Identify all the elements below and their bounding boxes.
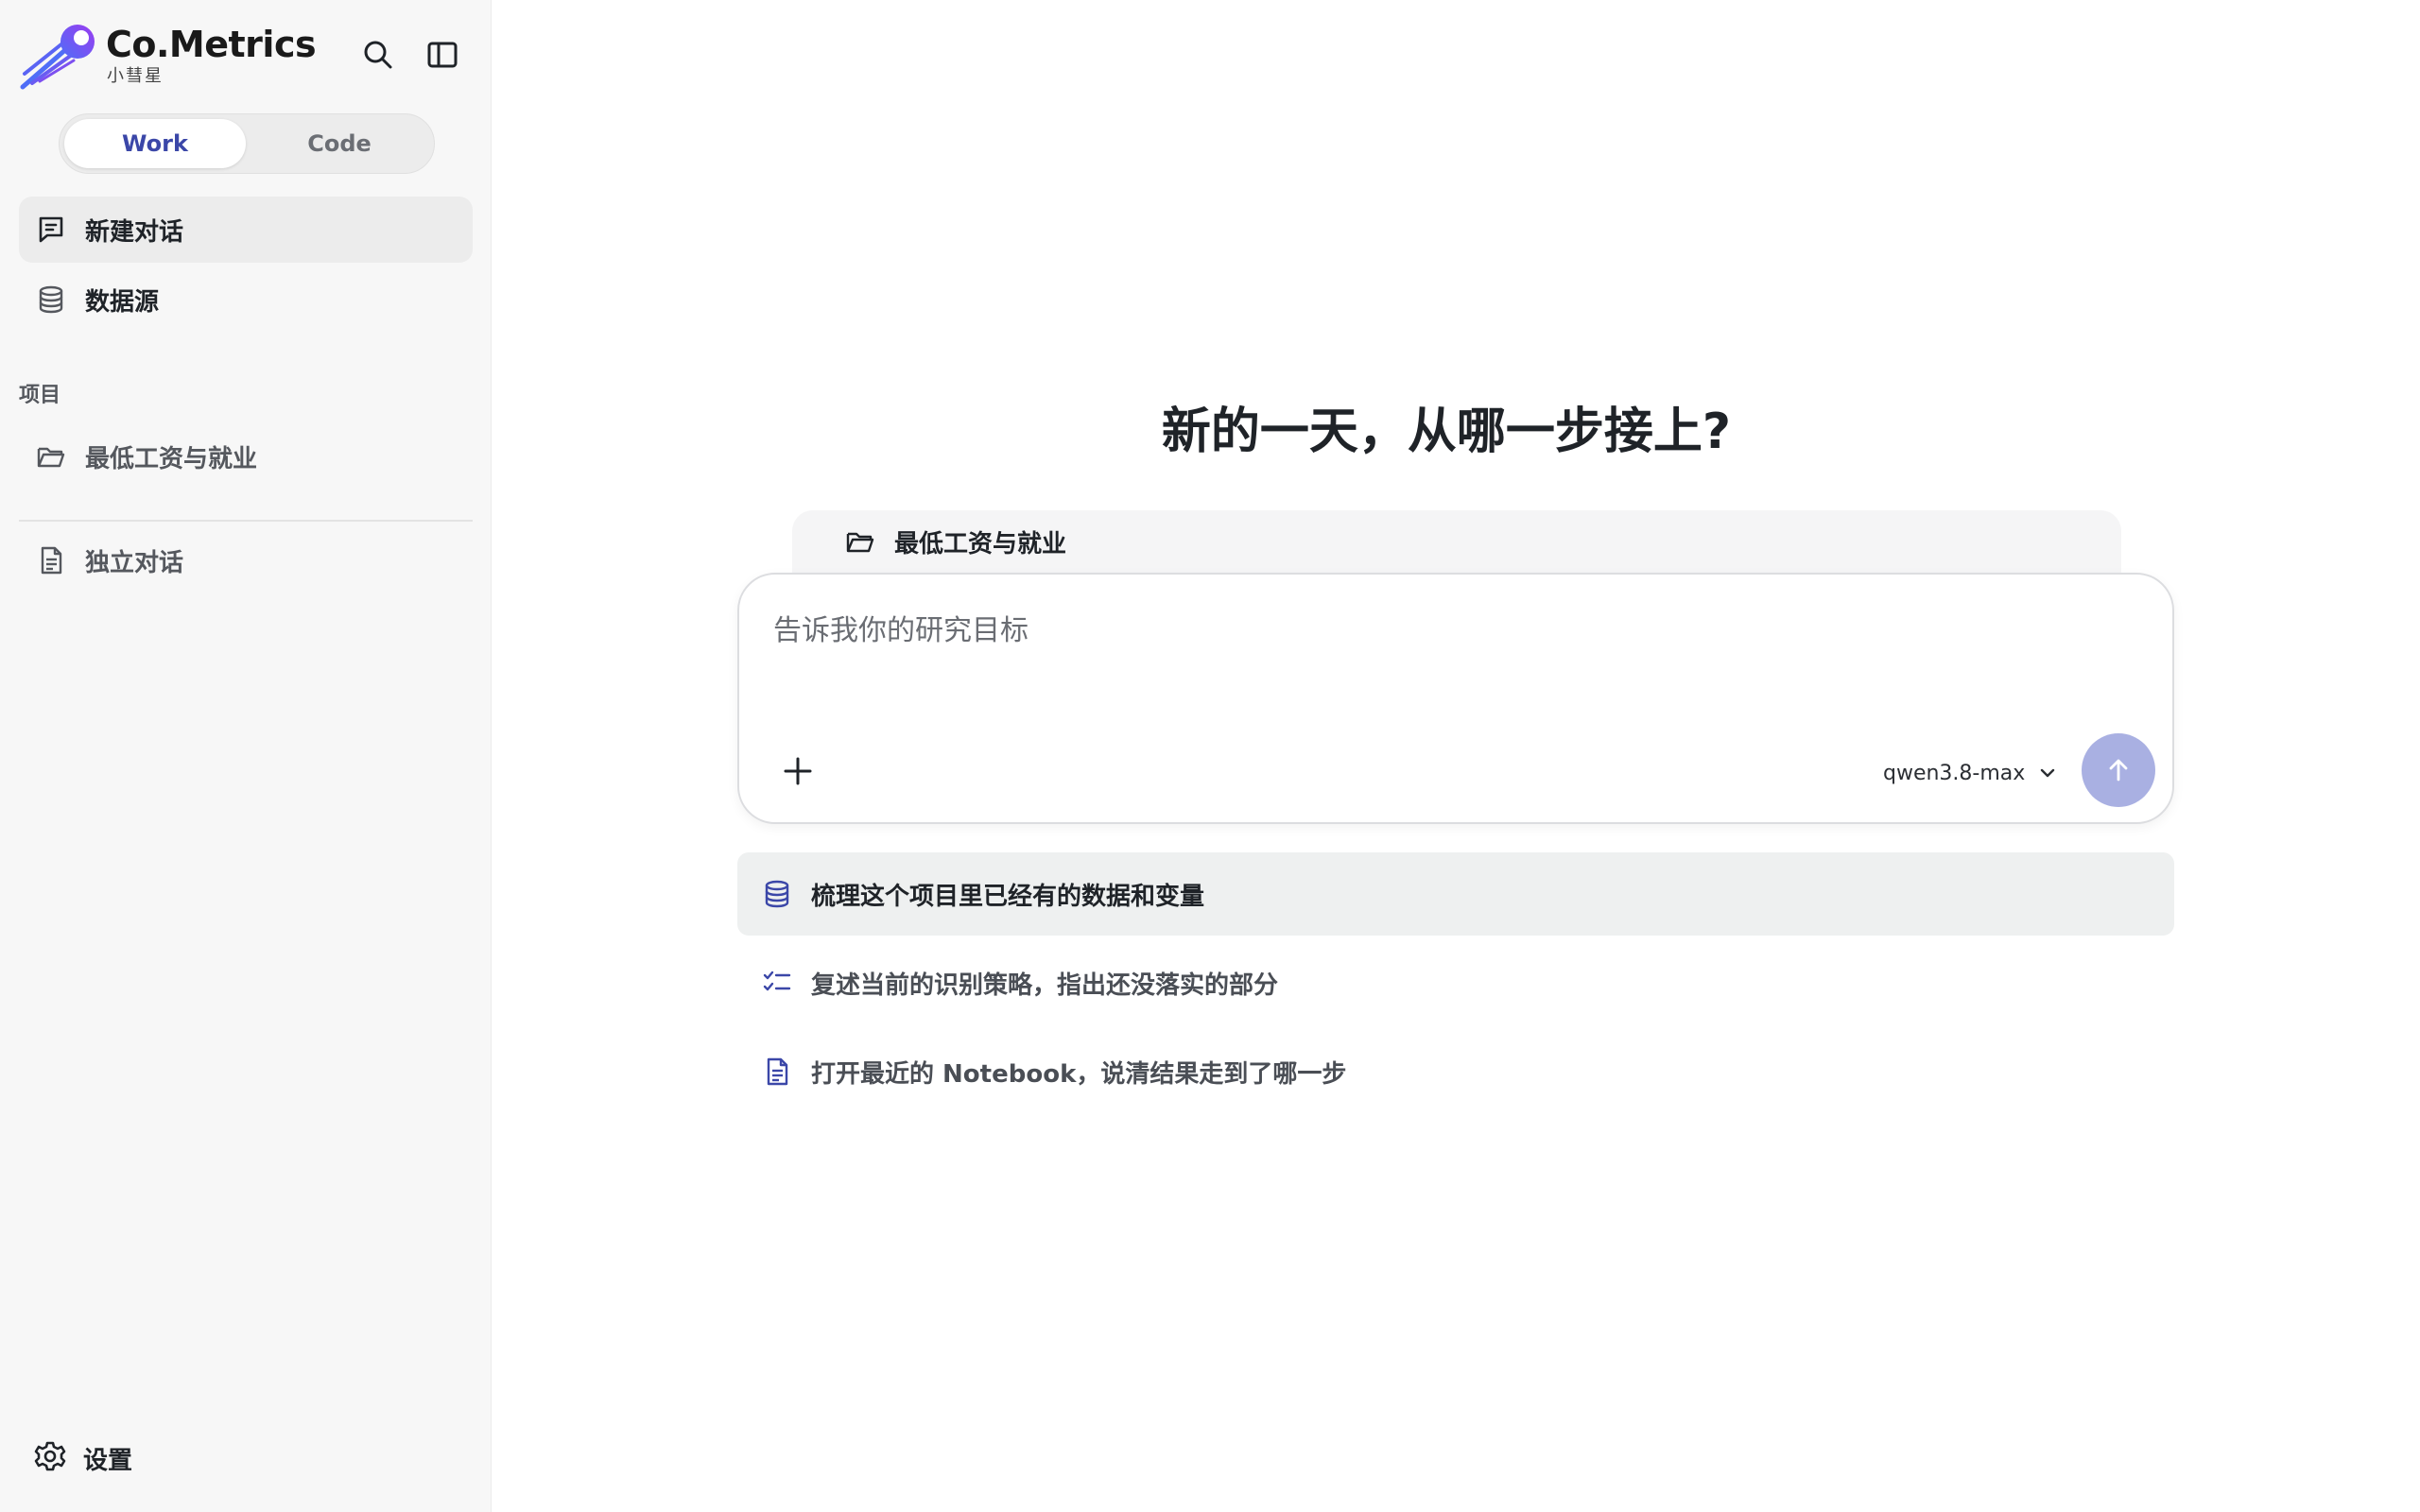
plus-icon bbox=[784, 757, 812, 785]
prompt-box: 告诉我你的研究目标 qwen3.8-max bbox=[737, 573, 2174, 824]
brand-subtitle: 小彗星 bbox=[107, 66, 164, 86]
standalone-chat-button[interactable]: 独立对话 bbox=[19, 527, 473, 593]
gear-icon bbox=[34, 1440, 66, 1476]
sidebar-divider bbox=[19, 520, 473, 522]
search-icon[interactable] bbox=[359, 36, 397, 74]
page-headline: 新的一天，从哪一步接上? bbox=[1161, 404, 1732, 460]
document-icon bbox=[34, 543, 68, 577]
chat-icon bbox=[34, 213, 68, 247]
new-chat-label: 新建对话 bbox=[85, 217, 184, 247]
projects-section-label: 项目 bbox=[19, 384, 61, 407]
send-button[interactable] bbox=[2082, 733, 2155, 807]
new-chat-button[interactable]: 新建对话 bbox=[19, 197, 473, 263]
arrow-up-icon bbox=[2109, 759, 2128, 782]
folder-open-icon bbox=[34, 439, 68, 473]
suggestion-label: 梳理这个项目里已经有的数据和变量 bbox=[811, 882, 1205, 911]
project-context-label: 最低工资与就业 bbox=[894, 529, 1067, 558]
settings-button[interactable]: 设置 bbox=[34, 1440, 132, 1476]
checklist-icon bbox=[760, 966, 794, 1000]
chevron-down-icon bbox=[2038, 762, 2061, 784]
prompt-input[interactable]: 告诉我你的研究目标 bbox=[773, 607, 1028, 648]
settings-label: 设置 bbox=[83, 1446, 133, 1475]
data-source-label: 数据源 bbox=[85, 287, 160, 317]
sidebar: Co.Metrics 小彗星 Work Code 新建对话 数据源 项目 最低工… bbox=[0, 0, 492, 1512]
database-icon bbox=[34, 283, 68, 317]
model-select[interactable]: qwen3.8-max bbox=[1883, 754, 2061, 792]
add-attachment-button[interactable] bbox=[777, 750, 819, 792]
suggestion-label: 复述当前的识别策略，指出还没落实的部分 bbox=[811, 971, 1279, 1000]
suggestion-item[interactable]: 打开最近的 Notebook，说清结果走到了哪一步 bbox=[737, 1030, 2174, 1113]
mode-switch: Work Code bbox=[59, 113, 435, 174]
project-item-label: 最低工资与就业 bbox=[85, 444, 258, 473]
suggestion-item[interactable]: 梳理这个项目里已经有的数据和变量 bbox=[737, 852, 2174, 936]
folder-open-icon bbox=[845, 524, 879, 558]
mode-work-button[interactable]: Work bbox=[64, 119, 246, 168]
project-item[interactable]: 最低工资与就业 bbox=[19, 423, 473, 490]
mode-code-button[interactable]: Code bbox=[249, 119, 430, 168]
app: Co.Metrics 小彗星 Work Code 新建对话 数据源 项目 最低工… bbox=[0, 0, 2420, 1512]
database-icon bbox=[760, 877, 794, 911]
model-select-value: qwen3.8-max bbox=[1883, 761, 2026, 785]
standalone-chat-label: 独立对话 bbox=[85, 548, 184, 577]
suggestion-label: 打开最近的 Notebook，说清结果走到了哪一步 bbox=[811, 1059, 1347, 1089]
document-icon bbox=[760, 1055, 794, 1089]
brand-name: Co.Metrics bbox=[106, 24, 317, 65]
data-source-button[interactable]: 数据源 bbox=[19, 266, 473, 333]
comet-logo-icon bbox=[19, 21, 100, 91]
toggle-sidebar-icon[interactable] bbox=[424, 36, 461, 74]
project-context-tab[interactable]: 最低工资与就业 bbox=[792, 510, 2121, 573]
suggestion-item[interactable]: 复述当前的识别策略，指出还没落实的部分 bbox=[737, 941, 2174, 1024]
